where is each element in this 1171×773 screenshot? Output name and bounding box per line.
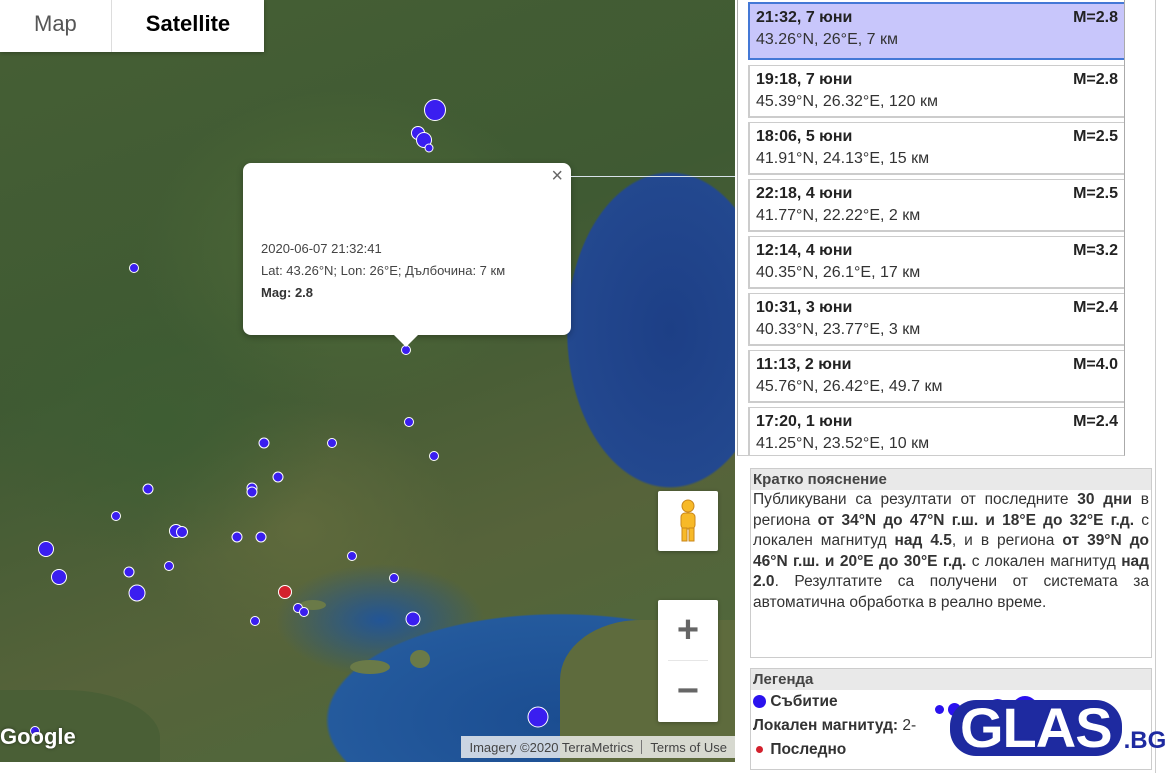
event-time: 19:18, 7 юни	[756, 71, 853, 88]
earthquake-marker[interactable]	[38, 541, 54, 557]
event-time: 10:31, 3 юни	[756, 299, 853, 316]
event-location: 40.35°N, 26.1°E, 17 км	[756, 264, 921, 281]
event-magnitude: M=2.5	[1073, 128, 1118, 145]
earthquake-marker[interactable]	[51, 569, 67, 585]
earthquake-marker[interactable]	[389, 573, 399, 583]
event-list-item[interactable]: 10:31, 3 юни M=2.4 40.33°N, 23.77°E, 3 км	[748, 293, 1124, 346]
earthquake-marker[interactable]	[405, 611, 421, 627]
event-location: 41.25°N, 23.52°E, 10 км	[756, 435, 930, 452]
earthquake-marker[interactable]	[404, 417, 414, 427]
event-location: 41.91°N, 24.13°E, 15 км	[756, 150, 930, 167]
side-panel: 21:32, 7 юни M=2.8 43.26°N, 26°E, 7 км 19:1…	[735, 0, 1171, 773]
street-view-pegman-button[interactable]	[658, 491, 718, 551]
map-type-map-button[interactable]: Map	[0, 0, 111, 52]
event-location: 40.33°N, 23.77°E, 3 км	[756, 321, 921, 338]
earthquake-marker[interactable]	[246, 486, 258, 498]
earthquake-marker[interactable]	[176, 526, 188, 538]
pegman-icon	[680, 499, 696, 542]
earthquake-marker[interactable]	[327, 438, 337, 448]
zoom-control: + −	[658, 600, 718, 722]
event-time: 11:13, 2 юни	[756, 356, 852, 373]
earthquake-marker[interactable]	[272, 471, 284, 483]
event-time: 21:32, 7 юни	[756, 9, 853, 26]
explanation-title: Кратко пояснение	[751, 469, 1151, 490]
earthquake-marker[interactable]	[129, 263, 139, 273]
event-magnitude: M=2.4	[1073, 413, 1118, 430]
event-list-item[interactable]: 21:32, 7 юни M=2.8 43.26°N, 26°E, 7 км	[748, 2, 1124, 60]
info-window: × 2020-06-07 21:32:41 Lat: 43.26°N; Lon:…	[243, 163, 571, 347]
event-magnitude: M=2.8	[1073, 9, 1118, 26]
island	[350, 660, 390, 674]
event-time: 12:14, 4 юни	[756, 242, 853, 259]
event-time: 17:20, 1 юни	[756, 413, 853, 430]
map-attribution: Imagery ©2020 TerraMetrics Terms of Use	[461, 736, 735, 758]
event-location: 45.76°N, 26.42°E, 49.7 км	[756, 378, 943, 395]
earthquake-marker[interactable]	[424, 99, 446, 121]
page-scrollbar[interactable]	[1155, 0, 1171, 773]
google-logo: Google	[0, 724, 76, 749]
event-list-item[interactable]: 11:13, 2 юни M=4.0 45.76°N, 26.42°E, 49.7 …	[748, 350, 1124, 403]
event-list-item[interactable]: 19:18, 7 юни M=2.8 45.39°N, 26.32°E, 120 к…	[748, 65, 1124, 118]
event-dot-icon	[753, 695, 766, 709]
event-location: 41.77°N, 22.22°E, 2 км	[756, 207, 921, 224]
earthquake-marker[interactable]	[250, 616, 260, 626]
earthquake-marker[interactable]	[258, 437, 270, 449]
earthquake-marker[interactable]	[429, 451, 439, 461]
earthquake-marker[interactable]	[299, 607, 309, 617]
event-location: 43.26°N, 26°E, 7 км	[756, 31, 898, 48]
earthquake-marker[interactable]	[255, 531, 267, 543]
earthquake-marker[interactable]	[111, 511, 121, 521]
island	[410, 650, 430, 668]
earthquake-marker[interactable]	[527, 706, 549, 728]
event-magnitude: M=2.4	[1073, 299, 1118, 316]
zoom-in-button[interactable]: +	[658, 600, 718, 660]
terms-link[interactable]: Terms of Use	[642, 740, 735, 755]
event-list-item[interactable]: 22:18, 4 юни M=2.5 41.77°N, 22.22°E, 2 км	[748, 179, 1124, 232]
earthquake-marker[interactable]	[142, 483, 154, 495]
satellite-map[interactable]: Map Satellite × 2020-06-07 21:32:41 Lat:…	[0, 0, 735, 762]
event-magnitude: M=2.8	[1073, 71, 1118, 88]
legend-title: Легенда	[751, 669, 1151, 690]
earthquake-marker[interactable]	[164, 561, 174, 571]
imagery-credit: Imagery ©2020 TerraMetrics	[469, 739, 634, 755]
watermark-glas: GLAS	[950, 700, 1122, 756]
event-list-item[interactable]: 17:20, 1 юни M=2.4 41.25°N, 23.52°E, 10 км	[748, 407, 1124, 455]
earthquake-marker[interactable]	[347, 551, 357, 561]
popup-datetime: 2020-06-07 21:32:41	[261, 241, 382, 256]
glas-bg-watermark: GLAS .BG	[950, 700, 1166, 756]
event-list-item[interactable]: 18:06, 5 юни M=2.5 41.91°N, 24.13°E, 15 км	[748, 122, 1124, 175]
popup-magnitude: Mag: 2.8	[261, 285, 314, 300]
last-event-dot-icon	[756, 746, 763, 754]
event-magnitude: M=3.2	[1073, 242, 1118, 259]
earthquake-marker[interactable]	[231, 531, 243, 543]
zoom-out-button[interactable]: −	[658, 661, 718, 721]
explanation-text: Публикувани са резултати от последните 3…	[753, 491, 1150, 611]
map-type-satellite-button[interactable]: Satellite	[110, 0, 264, 52]
close-icon[interactable]: ×	[551, 165, 563, 188]
explanation-box: Кратко пояснение Публикувани са резултат…	[750, 468, 1152, 658]
map-type-control: Map Satellite	[0, 0, 265, 52]
event-list-item[interactable]: 12:14, 4 юни M=3.2 40.35°N, 26.1°E, 17 км	[748, 236, 1124, 289]
popup-connector-line	[571, 176, 735, 177]
popup-location: Lat: 43.26°N; Lon: 26°E; Дълбочина: 7 км	[261, 263, 506, 278]
earthquake-marker[interactable]	[123, 566, 135, 578]
last-earthquake-marker[interactable]	[278, 585, 292, 599]
event-magnitude: M=2.5	[1073, 185, 1118, 202]
watermark-bg: .BG	[1123, 727, 1167, 754]
events-list[interactable]: 21:32, 7 юни M=2.8 43.26°N, 26°E, 7 км 19:1…	[737, 0, 1125, 456]
event-location: 45.39°N, 26.32°E, 120 км	[756, 93, 939, 110]
event-magnitude: M=4.0	[1073, 356, 1118, 373]
event-time: 22:18, 4 юни	[756, 185, 853, 202]
event-time: 18:06, 5 юни	[756, 128, 853, 145]
earthquake-marker[interactable]	[424, 143, 434, 153]
earthquake-marker[interactable]	[128, 584, 146, 602]
